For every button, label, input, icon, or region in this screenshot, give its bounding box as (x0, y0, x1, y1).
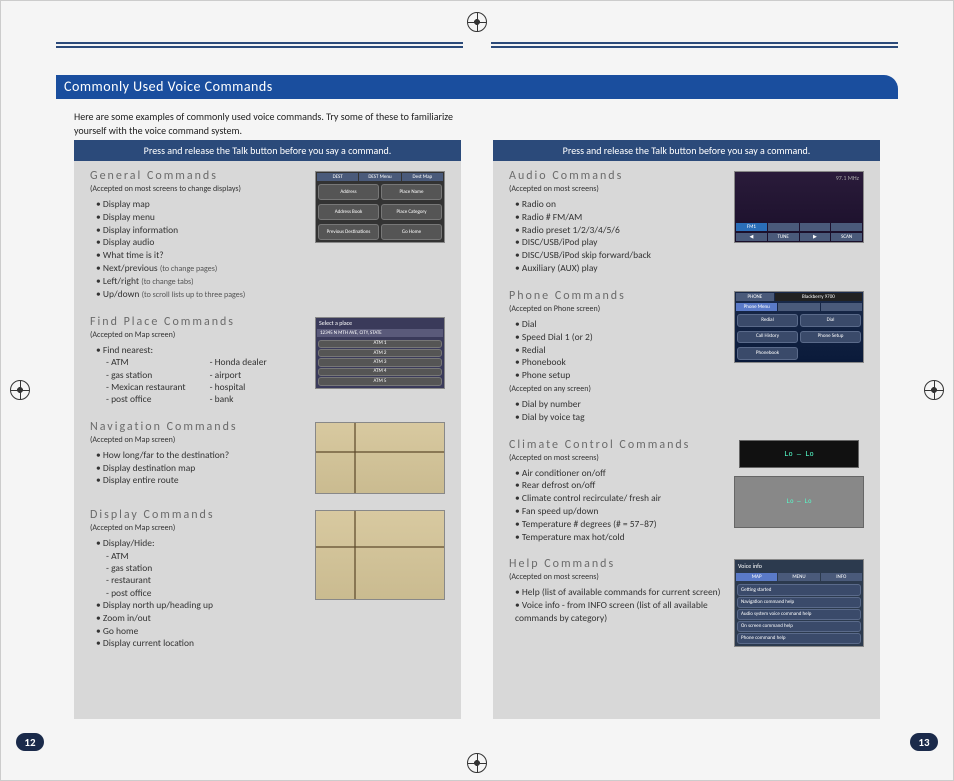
list-item: Dial (515, 318, 724, 331)
list-item: DISC/USB/iPod skip forward/back (515, 249, 724, 262)
list-item: Mexican restaurant (106, 381, 186, 393)
list-item: Left/right (to change tabs) (96, 275, 305, 288)
climate-title: Climate Control Commands (509, 438, 724, 452)
list-item: Honda dealer (210, 356, 267, 368)
list-item: Radio preset 1/2/3/4/5/6 (515, 224, 724, 237)
list-item: Display entire route (96, 474, 305, 487)
list-item: Display destination map (96, 462, 305, 475)
registration-mark-icon (467, 753, 487, 773)
list-item: Display current location (96, 637, 305, 650)
section-help: Help Commands (Accepted on most screens)… (509, 557, 864, 647)
page-number-right: 13 (910, 733, 938, 751)
help-title: Help Commands (509, 557, 724, 571)
list-item: Go home (96, 625, 305, 638)
help-thumbnail: Voice info MAPMENUINFO Getting started N… (734, 559, 864, 647)
list-item: Speed Dial 1 (or 2) (515, 331, 724, 344)
list-item: Display menu (96, 211, 305, 224)
find-subtitle: (Accepted on Map screen) (90, 330, 305, 340)
section-climate: Climate Control Commands (Accepted on mo… (509, 438, 864, 544)
section-navigation: Navigation Commands (Accepted on Map scr… (90, 420, 445, 494)
list-item: Fan speed up/down (515, 505, 724, 518)
section-find-place: Find Place Commands (Accepted on Map scr… (90, 315, 445, 406)
general-thumbnail: DESTDEST MenuDest Map AddressPlace Name … (315, 171, 445, 243)
find-title: Find Place Commands (90, 315, 305, 329)
list-item: Redial (515, 344, 724, 357)
phone-thumbnail: PHONEBlackberry 9700 Phone Menu RedialDi… (734, 291, 864, 363)
content-columns: Press and release the Talk button before… (74, 140, 880, 719)
list-item: Display/Hide: ATM gas station restaurant… (96, 537, 305, 599)
talk-instruction: Press and release the Talk button before… (74, 140, 461, 161)
list-item: DISC/USB/iPod play (515, 236, 724, 249)
list-item: Air conditioner on/off (515, 467, 724, 480)
list-item: Display information (96, 224, 305, 237)
list-item: Next/previous (to change pages) (96, 262, 305, 275)
general-title: General Commands (90, 169, 305, 183)
registration-mark-icon (924, 380, 944, 400)
list-item: Help (list of available commands for cur… (515, 586, 724, 599)
list-item: post office (106, 587, 305, 599)
section-phone: Phone Commands (Accepted on Phone screen… (509, 289, 864, 424)
audio-thumbnail: 97.1 MHz FM1 ◀TUNE▶SCAN (734, 171, 864, 243)
list-item: Dial by voice tag (515, 411, 724, 424)
list-item: Display audio (96, 236, 305, 249)
list-item: Rear defrost on/off (515, 479, 724, 492)
phone-title: Phone Commands (509, 289, 724, 303)
nav-thumbnail (315, 422, 445, 494)
list-item: gas station (106, 562, 305, 574)
section-general: General Commands (Accepted on most scree… (90, 169, 445, 301)
section-tab: Commonly Used Voice Commands (56, 75, 898, 99)
phone-subtitle: (Accepted on Phone screen) (509, 304, 724, 314)
list-item: Radio on (515, 198, 724, 211)
list-item: post office (106, 393, 186, 405)
find-thumbnail: Select a place 12345 N MTH AVE, CITY, ST… (315, 317, 445, 389)
registration-mark-icon (467, 12, 487, 32)
talk-instruction: Press and release the Talk button before… (493, 140, 880, 161)
display-thumbnail (315, 510, 445, 600)
list-item: Dial by number (515, 398, 724, 411)
header-rule (56, 42, 898, 48)
list-item: ATM (106, 550, 305, 562)
list-item: Temperature max hot/cold (515, 531, 724, 544)
nav-title: Navigation Commands (90, 420, 305, 434)
list-item: Auxiliary (AUX) play (515, 262, 724, 275)
phone-subtitle2: (Accepted on any screen) (509, 384, 724, 394)
help-subtitle: (Accepted on most screens) (509, 572, 724, 582)
display-subtitle: (Accepted on Map screen) (90, 523, 305, 533)
list-item: What time is it? (96, 249, 305, 262)
list-item: Climate control recirculate/ fresh air (515, 492, 724, 505)
general-subtitle: (Accepted on most screens to change disp… (90, 184, 305, 194)
audio-subtitle: (Accepted on most screens) (509, 184, 724, 194)
audio-title: Audio Commands (509, 169, 724, 183)
list-item: Display north up/heading up (96, 599, 305, 612)
list-item: Radio # FM/AM (515, 211, 724, 224)
list-item: Zoom in/out (96, 612, 305, 625)
section-audio: Audio Commands (Accepted on most screens… (509, 169, 864, 275)
list-item: Voice info - from INFO screen (list of a… (515, 599, 724, 625)
list-item: hospital (210, 381, 267, 393)
list-item: How long/far to the destination? (96, 449, 305, 462)
climate-thumbnail: Lo — Lo Lo — Lo (734, 440, 864, 530)
section-display: Display Commands (Accepted on Map screen… (90, 508, 445, 650)
left-column: Press and release the Talk button before… (74, 140, 461, 719)
nav-subtitle: (Accepted on Map screen) (90, 435, 305, 445)
list-item: bank (210, 393, 267, 405)
list-item: Display map (96, 198, 305, 211)
list-item: Phonebook (515, 356, 724, 369)
intro-text: Here are some examples of commonly used … (74, 110, 474, 137)
list-item: Temperature # degrees (# = 57–87) (515, 518, 724, 531)
list-item: airport (210, 369, 267, 381)
right-column: Press and release the Talk button before… (493, 140, 880, 719)
list-item: Find nearest: ATM gas station Mexican re… (96, 344, 305, 406)
list-item: restaurant (106, 574, 305, 586)
list-item: ATM (106, 356, 186, 368)
list-item: Phone setup (515, 369, 724, 382)
list-item: Up/down (to scroll lists up to three pag… (96, 288, 305, 301)
page-number-left: 12 (16, 733, 44, 751)
general-items: Display map Display menu Display informa… (90, 198, 305, 301)
list-item: gas station (106, 369, 186, 381)
climate-subtitle: (Accepted on most screens) (509, 453, 724, 463)
registration-mark-icon (10, 380, 30, 400)
display-title: Display Commands (90, 508, 305, 522)
